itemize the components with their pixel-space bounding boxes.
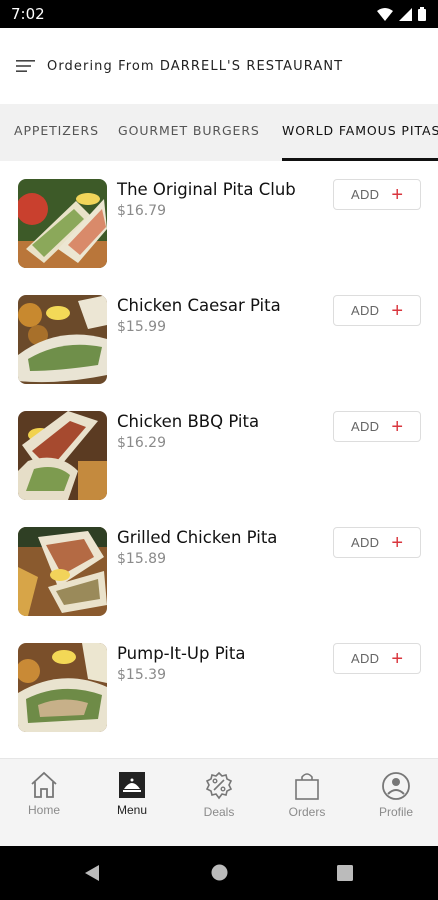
signal-icon (399, 7, 412, 21)
menu-item[interactable]: Pump-It-Up Pita $15.39 ADD + (0, 625, 438, 741)
add-button-label: ADD (350, 187, 380, 202)
menu-item[interactable]: Grilled Chicken Pita $15.89 ADD + (0, 509, 438, 625)
plus-icon: + (391, 415, 404, 438)
menu-item[interactable]: The Original Pita Club $16.79 ADD + (0, 161, 438, 277)
recents-icon[interactable] (337, 865, 353, 881)
add-button[interactable]: ADD + (333, 179, 421, 210)
menu-item[interactable]: Chicken BBQ Pita $16.29 ADD + (0, 393, 438, 509)
category-tabs: APPETIZERS GOURMET BURGERS WORLD FAMOUS … (0, 104, 438, 161)
back-icon[interactable] (83, 864, 101, 882)
item-price: $15.89 (117, 551, 166, 567)
plus-icon: + (391, 647, 404, 670)
plus-icon: + (391, 531, 404, 554)
nav-orders[interactable]: Orders (263, 759, 351, 847)
item-photo (18, 295, 107, 384)
menu-item-list: The Original Pita Club $16.79 ADD + Chic… (0, 161, 438, 758)
nav-label: Profile (378, 805, 413, 819)
tab-gourmet-burgers[interactable]: GOURMET BURGERS (118, 104, 260, 161)
item-name: Chicken BBQ Pita (117, 412, 260, 431)
item-photo (18, 179, 107, 268)
menu-icon (119, 772, 145, 798)
nav-profile[interactable]: Profile (352, 759, 438, 847)
nav-home[interactable]: Home (0, 759, 88, 847)
add-button[interactable]: ADD + (333, 295, 421, 326)
system-navigation-bar (0, 846, 438, 900)
add-button-label: ADD (350, 419, 380, 434)
tab-world-famous-pitas[interactable]: WORLD FAMOUS PITAS (282, 104, 438, 161)
item-name: Pump-It-Up Pita (117, 644, 246, 663)
status-bar: 7:02 (0, 0, 438, 28)
add-button[interactable]: ADD + (333, 643, 421, 674)
add-button[interactable]: ADD + (333, 411, 421, 442)
item-name: The Original Pita Club (117, 180, 296, 199)
nav-label: Home (27, 803, 60, 817)
add-button-label: ADD (350, 535, 380, 550)
tab-appetizers[interactable]: APPETIZERS (14, 104, 99, 161)
wifi-icon (377, 7, 393, 21)
home-icon (31, 771, 57, 798)
menu-lines-icon[interactable] (16, 58, 38, 74)
item-price: $15.99 (117, 319, 166, 335)
app-header: Ordering From DARRELL'S RESTAURANT (0, 28, 438, 104)
item-price: $16.79 (117, 203, 166, 219)
add-button[interactable]: ADD + (333, 527, 421, 558)
add-button-label: ADD (350, 303, 380, 318)
item-photo (18, 411, 107, 500)
status-icons (377, 7, 426, 21)
bottom-navigation: Home Menu Deals Orders Profile (0, 758, 438, 846)
orders-icon (295, 773, 319, 800)
item-name: Chicken Caesar Pita (117, 296, 281, 315)
add-button-label: ADD (350, 651, 380, 666)
plus-icon: + (391, 299, 404, 322)
profile-icon (382, 772, 410, 800)
item-price: $16.29 (117, 435, 166, 451)
item-photo (18, 527, 107, 616)
item-price: $15.39 (117, 667, 166, 683)
plus-icon: + (391, 183, 404, 206)
nav-label: Orders (288, 805, 326, 819)
nav-deals[interactable]: Deals (175, 759, 263, 847)
ordering-from-title[interactable]: Ordering From DARRELL'S RESTAURANT (47, 59, 343, 74)
nav-label: Menu (116, 803, 148, 817)
deals-icon (205, 771, 233, 800)
home-circle-icon[interactable] (211, 864, 228, 881)
battery-icon (418, 7, 426, 21)
item-photo (18, 643, 107, 732)
nav-label: Deals (203, 805, 235, 819)
nav-menu[interactable]: Menu (88, 759, 176, 847)
status-time: 7:02 (11, 5, 45, 23)
menu-item[interactable]: Chicken Caesar Pita $15.99 ADD + (0, 277, 438, 393)
item-name: Grilled Chicken Pita (117, 528, 278, 547)
